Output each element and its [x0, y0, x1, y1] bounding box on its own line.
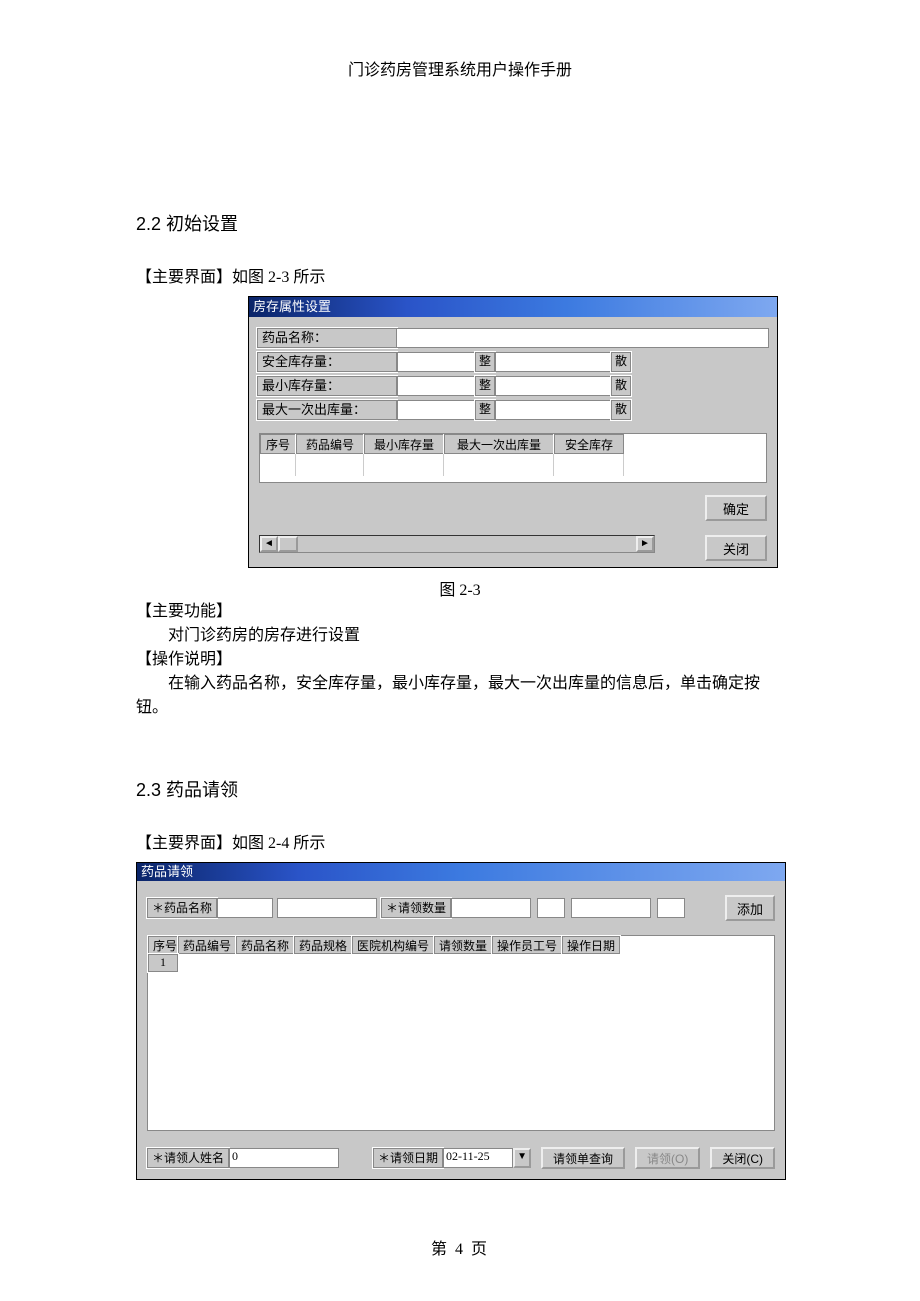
table-24: 序号 药品编号 药品名称 药品规格 医院机构编号 请领数量 操作员工号 操作日期…: [147, 935, 775, 1131]
label-max-out: 最大一次出库量：: [257, 400, 397, 420]
label-date: ＊请领日期: [373, 1148, 443, 1168]
unit-whole: 整: [475, 400, 495, 420]
scroll-thumb[interactable]: [278, 536, 298, 552]
col-org-code: 医院机构编号: [352, 936, 434, 954]
page-header: 门诊药房管理系统用户操作手册: [0, 0, 920, 80]
scroll-left-arrow-icon[interactable]: ◄: [260, 536, 278, 552]
input-min-whole[interactable]: [397, 376, 475, 396]
input-safe-whole[interactable]: [397, 352, 475, 372]
label-qty: ＊请领数量: [381, 898, 451, 918]
query-button[interactable]: 请领单查询: [541, 1147, 625, 1169]
op-body: 在输入药品名称，安全库存量，最小库存量，最大一次出库量的信息后，单击确定按钮。: [136, 672, 784, 720]
col-drug-code: 药品编号: [296, 434, 364, 454]
unit-loose: 散: [611, 400, 631, 420]
op-label: 【操作说明】: [136, 648, 784, 672]
input-unit1[interactable]: [537, 898, 565, 918]
unit-whole: 整: [475, 376, 495, 396]
unit-loose: 散: [611, 352, 631, 372]
figure-2-3-caption: 图 2-3: [136, 576, 784, 600]
label-person: ＊请领人姓名: [147, 1148, 229, 1168]
table-23: 序号 药品编号 最小库存量 最大一次出库量 安全库存: [259, 433, 767, 483]
label-drug-name: 药品名称：: [257, 328, 397, 348]
input-maxout-loose[interactable]: [495, 400, 611, 420]
close-button[interactable]: 关闭: [705, 535, 767, 561]
row-1-seq: 1: [148, 954, 178, 972]
ok-button[interactable]: 确定: [705, 495, 767, 521]
window-titlebar: 房存属性设置: [249, 297, 777, 317]
close-button[interactable]: 关闭(C): [710, 1147, 775, 1169]
col-seq: 序号: [260, 434, 296, 454]
section-2-2-heading: 2.2 初始设置: [136, 210, 784, 236]
col-max-out: 最大一次出库量: [444, 434, 554, 454]
page-number: 第 4 页: [0, 1235, 920, 1259]
figure-2-3-window: 房存属性设置 药品名称： 安全库存量： 整 散 最小库存量： 整: [248, 296, 778, 568]
unit-loose: 散: [611, 376, 631, 396]
input-safe-loose[interactable]: [495, 352, 611, 372]
main-ui-label-23: 【主要界面】如图 2-3 所示: [136, 266, 784, 290]
window-titlebar: 药品请领: [137, 863, 785, 881]
figure-2-4-window: 药品请领 ＊药品名称 ＊请领数量 添加 序号 药品编号 药品名称 药品规格 医院…: [136, 862, 786, 1180]
col-min-stock: 最小库存量: [364, 434, 444, 454]
col-date: 操作日期: [562, 936, 620, 954]
submit-button[interactable]: 请领(O): [635, 1147, 700, 1169]
add-button[interactable]: 添加: [725, 895, 775, 921]
section-2-3-heading: 2.3 药品请领: [136, 776, 784, 802]
input-unit2[interactable]: [657, 898, 685, 918]
label-drug-name: ＊药品名称: [147, 898, 217, 918]
scrollbar-horizontal[interactable]: ◄ ►: [259, 535, 655, 553]
input-qty2[interactable]: [571, 898, 651, 918]
col-qty: 请领数量: [434, 936, 492, 954]
input-drug-name-code[interactable]: [217, 898, 273, 918]
input-qty[interactable]: [451, 898, 531, 918]
main-func-label: 【主要功能】: [136, 600, 784, 624]
scroll-right-arrow-icon[interactable]: ►: [636, 536, 654, 552]
label-min-stock: 最小库存量：: [257, 376, 397, 396]
input-drug-name[interactable]: [397, 328, 769, 348]
input-min-loose[interactable]: [495, 376, 611, 396]
main-func-body: 对门诊药房的房存进行设置: [136, 624, 784, 648]
col-seq: 序号: [148, 936, 178, 954]
col-spec: 药品规格: [294, 936, 352, 954]
col-drug-code: 药品编号: [178, 936, 236, 954]
label-safe-stock: 安全库存量：: [257, 352, 397, 372]
input-drug-name[interactable]: [277, 898, 377, 918]
input-maxout-whole[interactable]: [397, 400, 475, 420]
col-operator: 操作员工号: [492, 936, 562, 954]
input-person[interactable]: 0: [229, 1148, 339, 1168]
unit-whole: 整: [475, 352, 495, 372]
main-ui-label-24: 【主要界面】如图 2-4 所示: [136, 832, 784, 856]
date-dropdown-icon[interactable]: ▼: [513, 1148, 531, 1168]
col-drug-name: 药品名称: [236, 936, 294, 954]
input-date[interactable]: 02-11-25: [443, 1148, 513, 1168]
col-safe-stock: 安全库存: [554, 434, 624, 454]
